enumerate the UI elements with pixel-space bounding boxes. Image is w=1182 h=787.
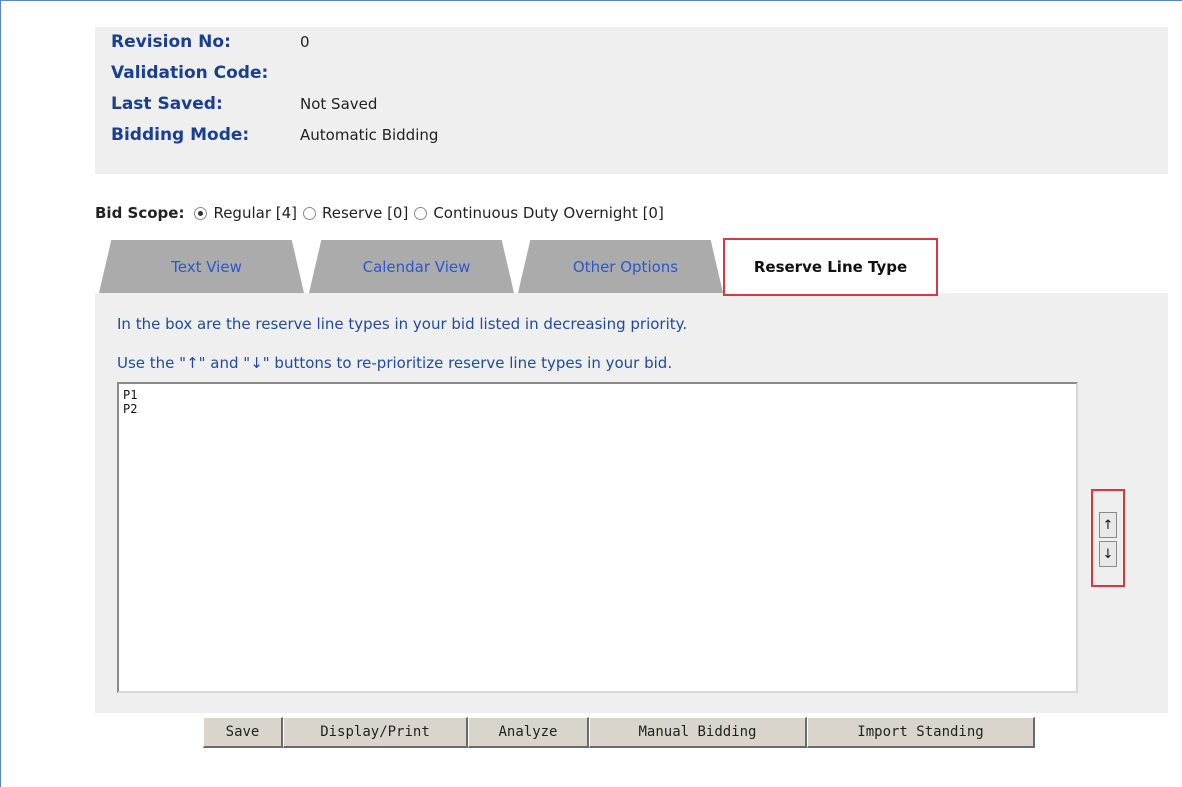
scope-option-regular-label: Regular [4]	[213, 204, 298, 222]
validation-label: Validation Code:	[111, 63, 269, 83]
bidding-mode-label: Bidding Mode:	[111, 125, 250, 145]
save-button[interactable]: Save	[203, 717, 283, 748]
scope-option-reserve-label: Reserve [0]	[322, 204, 409, 222]
analyze-button[interactable]: Analyze	[468, 717, 589, 748]
bid-scope-label: Bid Scope:	[95, 204, 185, 222]
scope-option-cdo[interactable]: Continuous Duty Overnight [0]	[410, 204, 664, 222]
arrow-down-icon: ↓	[1102, 546, 1114, 562]
scope-option-reserve[interactable]: Reserve [0]	[299, 204, 408, 222]
tab-calendar-view[interactable]: Calendar View	[309, 240, 514, 293]
list-item[interactable]: P1	[123, 388, 1072, 402]
bid-scope: Bid Scope: Regular [4] Reserve [0] Conti…	[95, 200, 666, 226]
tab-reserve-line-type-label: Reserve Line Type	[753, 258, 908, 276]
tab-text-view-label: Text View	[171, 257, 242, 276]
reserve-line-type-list[interactable]: P1 P2	[117, 382, 1078, 693]
last-saved-row: Last Saved: Not Saved	[111, 89, 377, 119]
last-saved-value: Not Saved	[300, 95, 378, 113]
radio-cdo[interactable]	[414, 206, 428, 220]
bid-info-panel: Revision No: 0 Validation Code: Last Sav…	[95, 27, 1168, 174]
scope-option-cdo-label: Continuous Duty Overnight [0]	[433, 204, 664, 222]
tab-other-options-label: Other Options	[572, 257, 679, 276]
priority-buttons: ↑ ↓	[1091, 489, 1125, 587]
radio-regular[interactable]	[194, 206, 208, 220]
tab-text-view[interactable]: Text View	[99, 240, 304, 293]
move-down-button[interactable]: ↓	[1099, 541, 1117, 567]
scope-option-regular[interactable]: Regular [4]	[190, 204, 297, 222]
action-bar: Save Display/Print Analyze Manual Biddin…	[203, 717, 1035, 749]
validation-row: Validation Code:	[111, 58, 300, 88]
bidding-mode-value: Automatic Bidding	[300, 126, 439, 144]
tab-other-options[interactable]: Other Options	[518, 240, 723, 293]
list-item[interactable]: P2	[123, 402, 1072, 416]
instruction-priority: In the box are the reserve line types in…	[117, 315, 688, 333]
tab-calendar-view-label: Calendar View	[362, 257, 471, 276]
revision-label: Revision No:	[111, 32, 231, 52]
revision-row: Revision No: 0	[111, 27, 310, 57]
last-saved-label: Last Saved:	[111, 94, 223, 114]
manual-bidding-button[interactable]: Manual Bidding	[589, 717, 807, 748]
import-standing-button[interactable]: Import Standing	[807, 717, 1035, 748]
display-print-button[interactable]: Display/Print	[283, 717, 468, 748]
instruction-reprioritize: Use the "↑" and "↓" buttons to re-priori…	[117, 354, 673, 372]
revision-value: 0	[300, 33, 310, 51]
bidding-mode-row: Bidding Mode: Automatic Bidding	[111, 120, 438, 150]
radio-reserve[interactable]	[303, 206, 317, 220]
tab-reserve-line-type[interactable]: Reserve Line Type	[723, 238, 938, 296]
move-up-button[interactable]: ↑	[1099, 512, 1117, 538]
arrow-up-icon: ↑	[1102, 517, 1114, 533]
